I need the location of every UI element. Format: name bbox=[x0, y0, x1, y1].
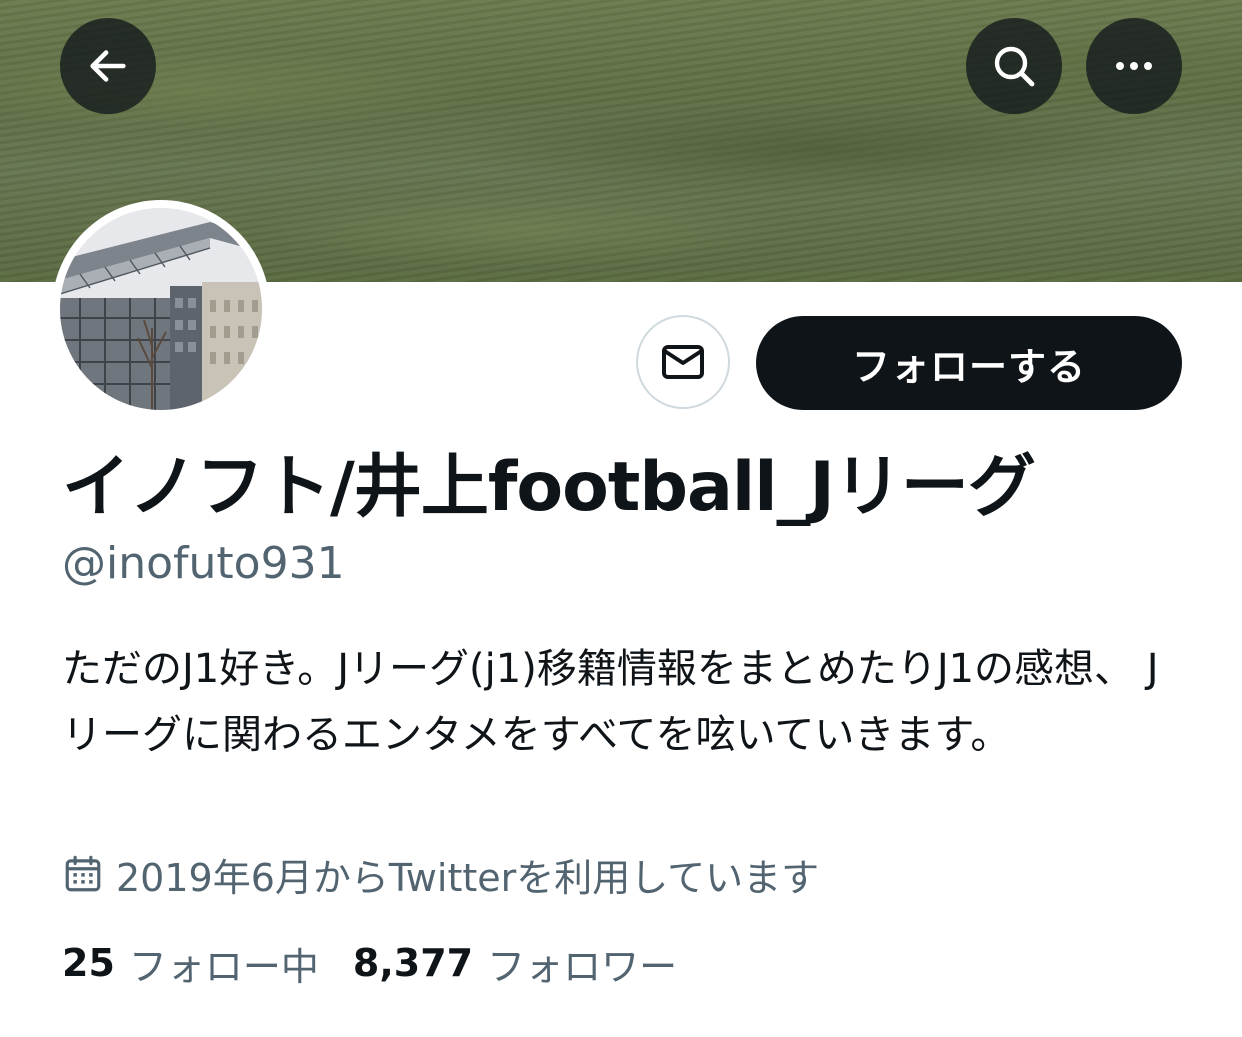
arrow-left-icon bbox=[90, 50, 126, 82]
search-button[interactable] bbox=[966, 18, 1062, 114]
joined-date: 2019年6月からTwitterを利用しています bbox=[62, 848, 819, 900]
profile-page: フォローする イノフト/井上football_Jリーグ @inofuto931 … bbox=[0, 0, 1242, 1037]
followers-label: フォロワー bbox=[487, 944, 678, 989]
following-count: 25 bbox=[62, 941, 115, 985]
joined-text: 2019年6月からTwitterを利用しています bbox=[116, 855, 820, 900]
profile-stats: 25 フォロー中 8,377 フォロワー bbox=[62, 936, 711, 990]
followers-count: 8,377 bbox=[352, 941, 474, 985]
followers-link[interactable]: 8,377 フォロワー bbox=[353, 936, 677, 991]
search-icon bbox=[994, 46, 1035, 87]
avatar[interactable] bbox=[52, 200, 270, 418]
more-button[interactable] bbox=[1086, 18, 1182, 114]
back-button[interactable] bbox=[60, 18, 156, 114]
calendar-icon bbox=[65, 855, 101, 892]
more-horizontal-icon bbox=[1116, 62, 1152, 70]
handle: @inofuto931 bbox=[62, 538, 345, 589]
bio: ただのJ1好き。Jリーグ(j1)移籍情報をまとめたりJ1の感想、 Jリーグに関わ… bbox=[62, 646, 1159, 758]
avatar-image bbox=[60, 208, 262, 410]
mail-icon bbox=[662, 345, 704, 379]
display-name: イノフト/井上football_Jリーグ bbox=[62, 448, 1036, 527]
message-button[interactable] bbox=[636, 315, 730, 409]
follow-button[interactable]: フォローする bbox=[756, 316, 1182, 410]
following-label: フォロー中 bbox=[128, 944, 319, 989]
following-link[interactable]: 25 フォロー中 bbox=[62, 936, 319, 991]
